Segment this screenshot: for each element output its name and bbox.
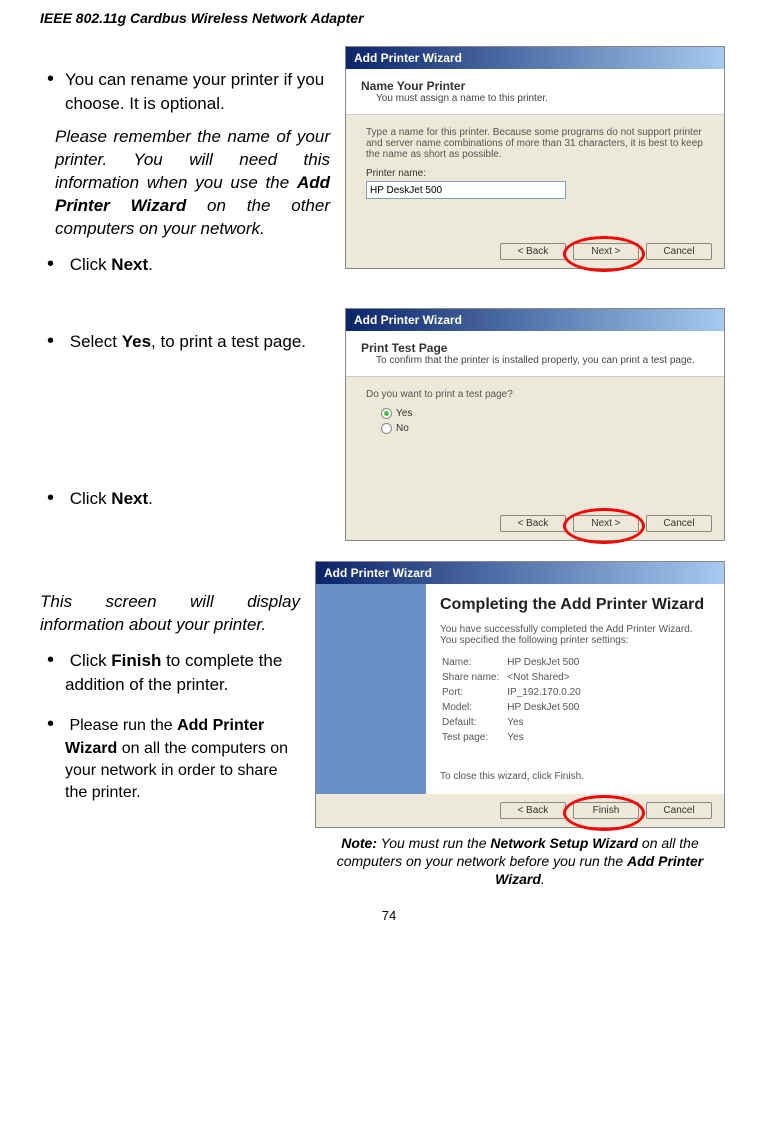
table-row: Test page:Yes bbox=[442, 731, 587, 744]
dialog-3-footer: < Back Finish Cancel bbox=[316, 794, 724, 827]
table-row: Name:HP DeskJet 500 bbox=[442, 656, 587, 669]
cancel-button-2[interactable]: Cancel bbox=[646, 515, 712, 532]
radio-no-icon bbox=[381, 423, 392, 434]
section-3: This screen will display information abo… bbox=[40, 561, 738, 889]
bullet-rename: You can rename your printer if you choos… bbox=[65, 66, 330, 116]
radio-yes[interactable]: Yes bbox=[381, 408, 704, 419]
table-row: Port:IP_192.170.0.20 bbox=[442, 686, 587, 699]
radio-yes-icon bbox=[381, 408, 392, 419]
dialog-1-description: Type a name for this printer. Because so… bbox=[366, 127, 704, 160]
next-button-2[interactable]: Next > bbox=[573, 515, 639, 532]
bullet-select-yes: Select Yes, to print a test page. bbox=[65, 328, 330, 355]
section-2: Select Yes, to print a test page. Click … bbox=[40, 308, 738, 541]
left-column-1: You can rename your printer if you choos… bbox=[40, 46, 330, 288]
table-row: Share name:<Not Shared> bbox=[442, 671, 587, 684]
left-column-3: This screen will display information abo… bbox=[40, 561, 300, 889]
document-header: IEEE 802.11g Cardbus Wireless Network Ad… bbox=[40, 10, 738, 26]
printer-name-input[interactable] bbox=[366, 181, 566, 199]
dialog-2-header: Print Test Page To confirm that the prin… bbox=[346, 331, 724, 377]
table-row: Model:HP DeskJet 500 bbox=[442, 701, 587, 714]
dialog-1-footer: < Back Next > Cancel bbox=[346, 235, 724, 268]
completion-heading: Completing the Add Printer Wizard bbox=[440, 596, 710, 614]
next-button-1[interactable]: Next > bbox=[573, 243, 639, 260]
dialog-3-titlebar: Add Printer Wizard bbox=[316, 562, 724, 584]
dialog-1-heading: Name Your Printer bbox=[361, 79, 709, 93]
table-row: Default:Yes bbox=[442, 716, 587, 729]
back-button-1[interactable]: < Back bbox=[500, 243, 566, 260]
page-number: 74 bbox=[40, 908, 738, 923]
wizard-side-graphic bbox=[316, 584, 426, 794]
network-setup-note: Note: You must run the Network Setup Wiz… bbox=[315, 834, 725, 889]
bullet-click-finish: Click Finish to complete the addition of… bbox=[65, 647, 300, 697]
dialog-3-body: Completing the Add Printer Wizard You ha… bbox=[316, 584, 724, 794]
dialog-1-body: Type a name for this printer. Because so… bbox=[346, 115, 724, 235]
left-column-2: Select Yes, to print a test page. Click … bbox=[40, 308, 330, 541]
dialog-2-titlebar: Add Printer Wizard bbox=[346, 309, 724, 331]
test-page-question: Do you want to print a test page? bbox=[366, 389, 704, 400]
dialog-2-heading: Print Test Page bbox=[361, 341, 709, 355]
display-info-note: This screen will display information abo… bbox=[40, 591, 300, 637]
dialog-2-footer: < Back Next > Cancel bbox=[346, 507, 724, 540]
back-button-2[interactable]: < Back bbox=[500, 515, 566, 532]
bullet-run-wizard: Please run the Add Printer Wizard on all… bbox=[65, 711, 300, 803]
radio-no[interactable]: No bbox=[381, 423, 704, 434]
dialog-3-container: Add Printer Wizard Completing the Add Pr… bbox=[315, 561, 725, 889]
add-printer-dialog-3: Add Printer Wizard Completing the Add Pr… bbox=[315, 561, 725, 828]
printer-name-label: Printer name: bbox=[366, 168, 704, 179]
cancel-button-3[interactable]: Cancel bbox=[646, 802, 712, 819]
bullet-click-next-1: Click Next. bbox=[65, 251, 330, 278]
completion-subtext: You have successfully completed the Add … bbox=[440, 624, 710, 646]
dialog-2-subheading: To confirm that the printer is installed… bbox=[361, 355, 709, 366]
dialog-2-body: Do you want to print a test page? Yes No bbox=[346, 377, 724, 507]
finish-button[interactable]: Finish bbox=[573, 802, 639, 819]
dialog-1-header: Name Your Printer You must assign a name… bbox=[346, 69, 724, 115]
cancel-button-1[interactable]: Cancel bbox=[646, 243, 712, 260]
printer-info-table: Name:HP DeskJet 500 Share name:<Not Shar… bbox=[440, 654, 589, 746]
add-printer-dialog-1: Add Printer Wizard Name Your Printer You… bbox=[345, 46, 725, 269]
section-1: You can rename your printer if you choos… bbox=[40, 46, 738, 288]
radio-yes-label: Yes bbox=[396, 408, 412, 419]
add-printer-dialog-2: Add Printer Wizard Print Test Page To co… bbox=[345, 308, 725, 541]
dialog-1-subheading: You must assign a name to this printer. bbox=[361, 93, 709, 104]
radio-no-label: No bbox=[396, 423, 409, 434]
back-button-3[interactable]: < Back bbox=[500, 802, 566, 819]
wizard-completion-panel: Completing the Add Printer Wizard You ha… bbox=[426, 584, 724, 794]
bullet-click-next-2: Click Next. bbox=[65, 485, 330, 512]
dialog-2-container: Add Printer Wizard Print Test Page To co… bbox=[345, 308, 725, 541]
close-wizard-note: To close this wizard, click Finish. bbox=[440, 771, 710, 782]
dialog-1-container: Add Printer Wizard Name Your Printer You… bbox=[345, 46, 725, 288]
remember-note: Please remember the name of your printer… bbox=[55, 126, 330, 241]
dialog-1-titlebar: Add Printer Wizard bbox=[346, 47, 724, 69]
